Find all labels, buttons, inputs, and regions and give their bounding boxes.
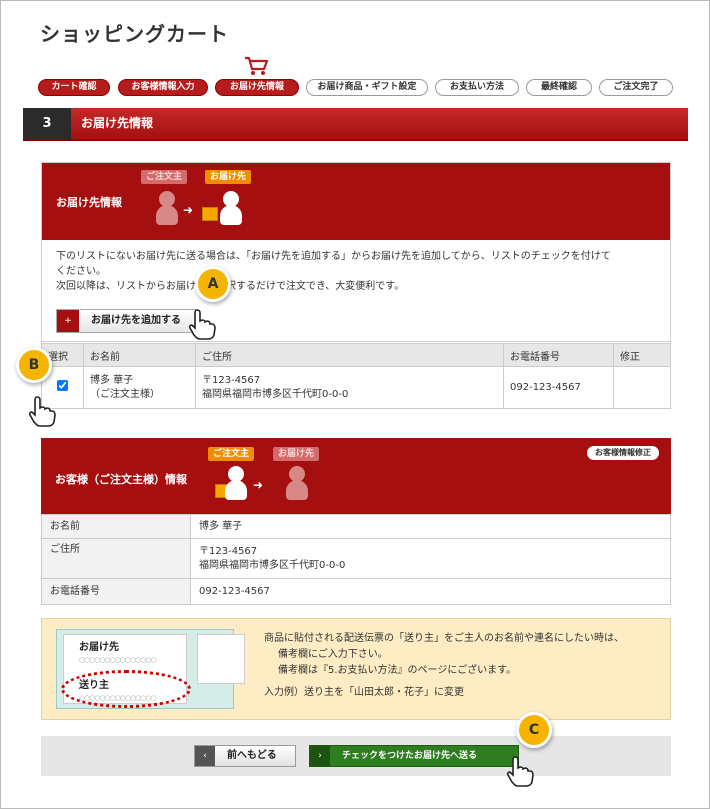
step-customer-info: お客様情報入力	[118, 79, 208, 96]
step-payment: お支払い方法	[435, 79, 519, 96]
info-label-address: ご住所	[41, 538, 191, 579]
info-label-phone: お電話番号	[41, 578, 191, 605]
slip-recipient-placeholder: ○○○○○○○○○○○○○○○	[79, 656, 157, 664]
back-button-label: 前へもどる	[227, 750, 277, 761]
pointer-hand-icon	[188, 309, 216, 340]
header-phone: お電話番号	[503, 343, 614, 367]
table-row: 博多 華子 （ご注文主様） 〒123-4567 福岡県福岡市博多区千代町0-0-…	[41, 366, 671, 409]
step-final-confirm: 最終確認	[526, 79, 592, 96]
recipient-figure-icon	[220, 191, 242, 225]
recipient-name: 博多 華子	[90, 374, 134, 386]
arrow-icon: ➜	[183, 203, 194, 217]
header-address: ご住所	[195, 343, 504, 367]
annotation-badge-a: A	[195, 266, 231, 302]
tag-orderer: ご注文主	[141, 170, 188, 184]
delivery-panel-header: お届け先情報 ご注文主 お届け先 ➜	[42, 163, 670, 240]
modify-customer-info-button[interactable]: お客様情報修正	[587, 446, 659, 460]
progress-steps: カート確認 お客様情報入力 お届け先情報 お届け商品・ギフト設定 お支払い方法 …	[38, 79, 678, 96]
customer-panel-header: お客様（ご注文主様）情報 ご注文主 お届け先 ➜ お客様情報修正	[41, 438, 671, 515]
sender-highlight-oval	[61, 670, 191, 708]
edit-cell	[613, 366, 671, 409]
note-line-2: 備考欄にご入力下さい。	[278, 649, 388, 660]
note-line-1: 商品に貼付される配送伝票の「送り主」をご主人のお名前や連名にしたい時は、	[264, 633, 624, 644]
info-value-name: 博多 華子	[190, 514, 671, 539]
annotation-badge-b: B	[16, 347, 52, 383]
package-icon	[202, 207, 218, 221]
info-value-address-cell: 〒123-4567 福岡県福岡市博多区千代町0-0-0	[190, 538, 671, 579]
instruction-line-1: 下のリストにないお届け先に送る場合は、「お届け先を追加する」からお届け先を追加し…	[56, 251, 611, 262]
add-delivery-address-label: お届け先を追加する	[91, 315, 181, 326]
delivery-panel: お届け先情報 ご注文主 お届け先 ➜ 下のリストにないお届け先に送る場合は、「お…	[41, 162, 671, 342]
step-cart-confirm: カート確認	[38, 79, 110, 96]
header-name: お名前	[83, 343, 196, 367]
recipient-postal: 〒123-4567	[202, 374, 261, 386]
cart-icon	[245, 56, 269, 75]
back-button[interactable]: ‹ 前へもどる	[194, 745, 296, 767]
recipient-figure-icon	[286, 466, 308, 500]
note-line-3: 備考欄は『5.お支払い方法』のページにございます。	[278, 665, 517, 676]
add-delivery-address-button[interactable]: + お届け先を追加する	[56, 309, 196, 333]
section-header: 3 お届け先情報	[23, 108, 688, 141]
info-value-address: 福岡県福岡市博多区千代町0-0-0	[199, 559, 346, 571]
section-title: お届け先情報	[81, 116, 154, 130]
slip-recipient-label: お届け先	[79, 642, 119, 653]
send-to-checked-address-label: チェックをつけたお届け先へ送る	[342, 751, 478, 761]
tag-orderer: ご注文主	[208, 447, 255, 461]
send-to-checked-address-button[interactable]: › チェックをつけたお届け先へ送る	[309, 745, 519, 767]
table-row: お電話番号 092-123-4567	[41, 578, 671, 605]
delivery-panel-title: お届け先情報	[56, 196, 122, 209]
info-value-phone: 092-123-4567	[190, 578, 671, 605]
tag-recipient: お届け先	[205, 170, 252, 184]
shipping-slip-illustration: お届け先 ○○○○○○○○○○○○○○○ 送り主 ○○○○○○○○○○○○○○○	[56, 629, 245, 709]
navigation-button-bar: ‹ 前へもどる › チェックをつけたお届け先へ送る	[41, 736, 671, 776]
section-number: 3	[23, 108, 71, 139]
step-delivery-info: お届け先情報	[215, 79, 299, 96]
address-table-header: 選択 お名前 ご住所 お電話番号 修正	[41, 343, 671, 367]
arrow-icon: ➜	[253, 478, 264, 492]
step-complete: ご注文完了	[599, 79, 673, 96]
sender-note-box: お届け先 ○○○○○○○○○○○○○○○ 送り主 ○○○○○○○○○○○○○○○…	[41, 618, 671, 720]
info-value-postal: 〒123-4567	[199, 545, 258, 557]
chevron-right-icon: ›	[310, 746, 330, 766]
orderer-figure-icon	[156, 191, 178, 225]
orderer-figure-icon	[225, 466, 247, 500]
plus-icon: +	[57, 310, 79, 332]
page-title: ショッピングカート	[40, 22, 229, 46]
pointer-hand-icon	[28, 396, 56, 427]
tag-recipient: お届け先	[273, 447, 320, 461]
select-address-checkbox[interactable]	[57, 379, 68, 391]
instruction-line-2: ください。	[56, 266, 106, 277]
recipient-name-note: （ご注文主様）	[90, 388, 160, 400]
recipient-phone: 092-123-4567	[503, 366, 614, 409]
name-cell: 博多 華子 （ご注文主様）	[83, 366, 196, 409]
table-row: ご住所 〒123-4567 福岡県福岡市博多区千代町0-0-0	[41, 538, 671, 579]
chevron-left-icon: ‹	[195, 746, 215, 766]
recipient-address: 福岡県福岡市博多区千代町0-0-0	[202, 388, 349, 400]
header-edit: 修正	[613, 343, 671, 367]
table-row: お名前 博多 華子	[41, 514, 671, 539]
note-line-4: 入力例）送り主を「山田太郎・花子」に変更	[264, 687, 464, 698]
customer-info-table: お名前 博多 華子 ご住所 〒123-4567 福岡県福岡市博多区千代町0-0-…	[41, 514, 671, 605]
pointer-hand-icon	[506, 756, 534, 787]
annotation-badge-c: C	[516, 712, 552, 748]
customer-panel-title: お客様（ご注文主様）情報	[55, 473, 187, 486]
address-table: 選択 お名前 ご住所 お電話番号 修正 博多 華子 （ご注文主様） 〒123-4…	[41, 343, 671, 409]
step-gift-settings: お届け商品・ギフト設定	[306, 79, 428, 96]
address-cell: 〒123-4567 福岡県福岡市博多区千代町0-0-0	[195, 366, 504, 409]
slip-side-panel	[197, 634, 245, 684]
info-label-name: お名前	[41, 514, 191, 539]
